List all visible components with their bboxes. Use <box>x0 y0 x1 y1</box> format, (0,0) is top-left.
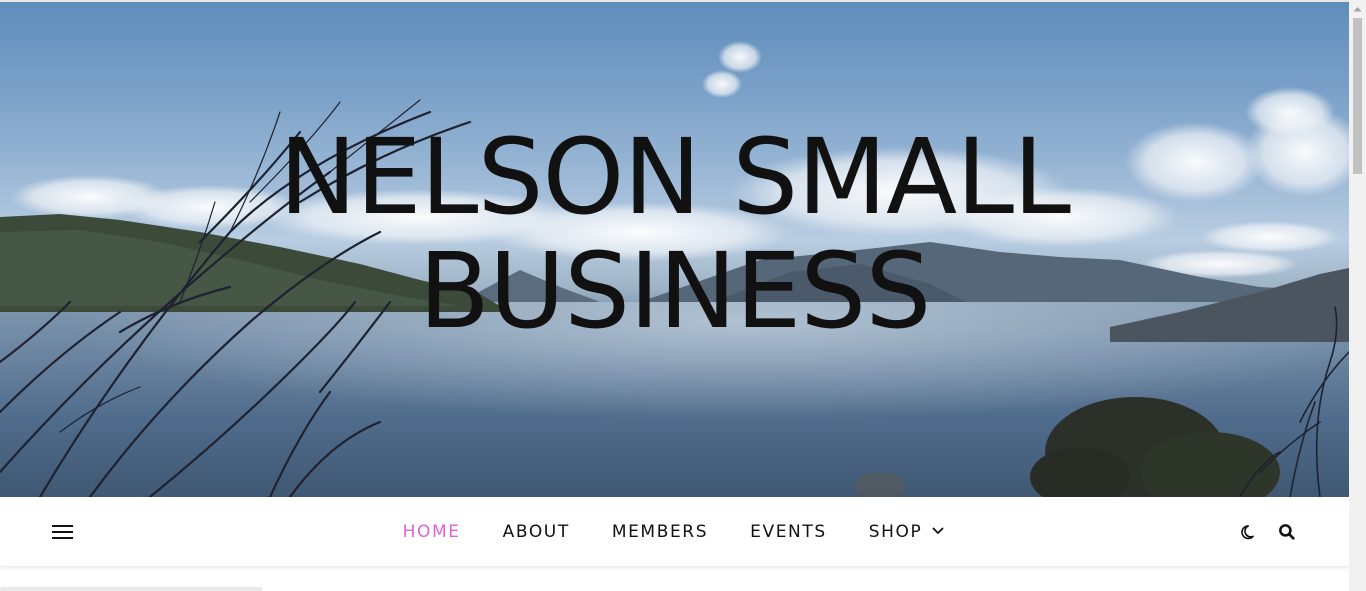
nav-item-members: MEMBERS <box>612 522 708 542</box>
site-title-line-2[interactable]: BUSINESS <box>0 234 1349 348</box>
search-icon[interactable] <box>1277 522 1297 542</box>
nav-link-members[interactable]: MEMBERS <box>612 522 708 542</box>
hamburger-menu-icon[interactable] <box>52 523 74 541</box>
page: NELSON SMALL BUSINESS HOME ABOUT MEMBERS <box>0 0 1349 591</box>
scrollbar-thumb[interactable] <box>1353 18 1362 174</box>
nav-link-home[interactable]: HOME <box>403 522 461 542</box>
nav-item-events: EVENTS <box>750 522 827 542</box>
hamburger-line <box>52 537 73 539</box>
site-title-line-1[interactable]: NELSON SMALL <box>0 120 1349 234</box>
nav-item-about: ABOUT <box>503 522 570 542</box>
primary-menu: HOME ABOUT MEMBERS EVENTS SHOP <box>0 497 1349 567</box>
scroll-up-arrow-icon[interactable] <box>1349 0 1366 17</box>
nav-link-events[interactable]: EVENTS <box>750 522 827 542</box>
primary-menu-list: HOME ABOUT MEMBERS EVENTS SHOP <box>382 522 966 542</box>
main-navigation-bar: HOME ABOUT MEMBERS EVENTS SHOP <box>0 497 1349 567</box>
nav-item-shop: SHOP <box>869 522 945 542</box>
nav-item-home: HOME <box>403 522 461 542</box>
site-title[interactable]: NELSON SMALL BUSINESS <box>0 120 1349 348</box>
hamburger-line <box>52 531 73 533</box>
vertical-scrollbar[interactable] <box>1349 0 1366 591</box>
chevron-down-icon[interactable] <box>932 527 944 535</box>
nav-link-about[interactable]: ABOUT <box>503 522 570 542</box>
hero-header-image: NELSON SMALL BUSINESS <box>0 2 1349 497</box>
nav-tools <box>1221 522 1297 542</box>
hamburger-line <box>52 525 73 527</box>
content-card-edge <box>0 587 262 591</box>
moon-icon[interactable] <box>1239 522 1259 542</box>
nav-link-shop[interactable]: SHOP <box>869 522 923 542</box>
